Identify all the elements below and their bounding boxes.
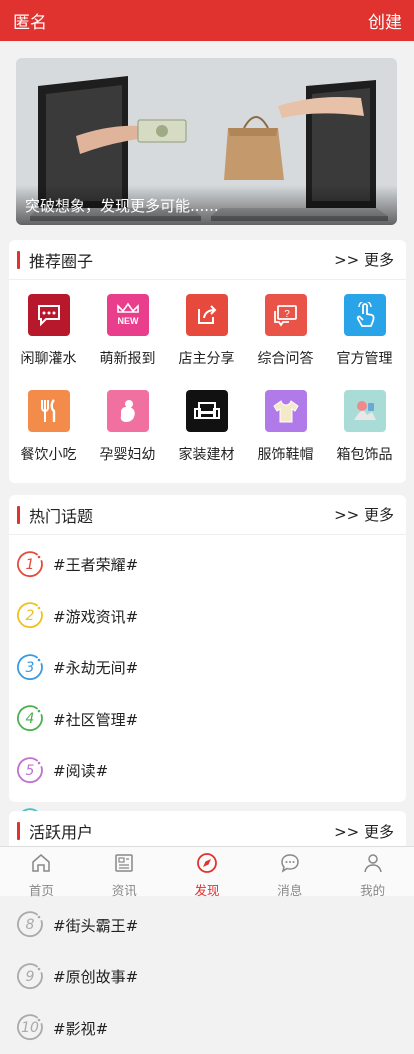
new-crown-icon: NEW (107, 294, 149, 336)
circle-item-label: 家装建材 (179, 444, 235, 464)
active-users-header: 活跃用户 >> 更多 (9, 811, 406, 851)
tab-label: 发现 (194, 880, 219, 899)
circle-item-label: 餐饮小吃 (21, 444, 77, 464)
topic-item[interactable]: 3 #永劫无间# (15, 642, 213, 694)
topic-label: #王者荣耀# (53, 554, 138, 575)
circle-item[interactable]: 闲聊灌水 (9, 294, 88, 390)
topic-label: #原创故事# (53, 966, 138, 987)
page-title: 匿名 (13, 8, 47, 33)
topic-rank-badge: 5 (15, 756, 45, 786)
circle-item[interactable]: 家装建材 (167, 390, 246, 486)
section-title: 推荐圈子 (17, 248, 93, 272)
topic-rank-badge: 2 (15, 601, 45, 631)
tab-news[interactable]: 资讯 (83, 847, 166, 896)
top-bar: 匿名 创建 (0, 0, 414, 41)
tab-message[interactable]: 消息 (248, 847, 331, 896)
fork-knife-icon (28, 390, 70, 432)
topic-rank-number: 4 (26, 711, 35, 727)
circle-item[interactable]: ? 综合问答 (246, 294, 325, 390)
topic-item[interactable]: 5 #阅读# (15, 745, 213, 797)
banner-caption: 突破想象，发现更多可能...... (16, 185, 397, 225)
tab-label: 资讯 (112, 880, 137, 899)
topic-rank-number: 10 (21, 1020, 39, 1036)
circle-item[interactable]: 服饰鞋帽 (246, 390, 325, 486)
banner-carousel[interactable]: 突破想象，发现更多可能...... (16, 58, 397, 225)
circle-item-label: 服饰鞋帽 (258, 444, 314, 464)
hot-topics-header: 热门话题 >> 更多 (9, 495, 406, 535)
section-title: 活跃用户 (17, 819, 93, 843)
svg-text:NEW: NEW (117, 316, 139, 326)
section-title: 热门话题 (17, 503, 93, 527)
circle-item[interactable]: 箱包饰品 (325, 390, 404, 486)
circle-item-label: 闲聊灌水 (21, 348, 77, 368)
baby-icon (107, 390, 149, 432)
chat-bubble-icon (28, 294, 70, 336)
circle-item-label: 箱包饰品 (337, 444, 393, 464)
topics-more-link[interactable]: >> 更多 (334, 504, 394, 525)
topic-rank-number: 3 (26, 660, 35, 676)
topic-rank-number: 9 (26, 969, 35, 985)
question-icon: ? (265, 294, 307, 336)
tab-label: 我的 (360, 880, 385, 899)
topic-item[interactable]: 8 #街头霸王# (15, 900, 213, 952)
sofa-icon (186, 390, 228, 432)
tshirt-icon (265, 390, 307, 432)
recommended-circles-card: 推荐圈子 >> 更多 闲聊灌水 NEW 萌新报到 店主分享? 综合问答 官方管理餐饮小吃 孕… (9, 240, 406, 483)
topic-label: #影视# (53, 1018, 108, 1039)
news-icon (113, 852, 135, 880)
circle-item-label: 孕婴妇幼 (100, 444, 156, 464)
topic-rank-badge: 8 (15, 910, 45, 940)
topic-rank-badge: 1 (15, 550, 45, 580)
circle-item[interactable]: NEW 萌新报到 (88, 294, 167, 390)
topic-item[interactable]: 2 #游戏资讯# (15, 591, 213, 643)
person-icon (362, 852, 384, 880)
topic-rank-number: 1 (26, 557, 35, 573)
hot-topics-card: 热门话题 >> 更多 1 #王者荣耀# 2 #游戏资讯# 3 #永劫无间# 4 #社区管理# 5… (9, 495, 406, 802)
pointer-hand-icon (344, 294, 386, 336)
message-icon (279, 852, 301, 880)
tab-label: 首页 (29, 880, 54, 899)
circles-more-link[interactable]: >> 更多 (334, 249, 394, 270)
topic-rank-badge: 9 (15, 962, 45, 992)
topic-rank-badge: 3 (15, 653, 45, 683)
topic-item[interactable]: 1 #王者荣耀# (15, 539, 213, 591)
tab-label: 消息 (277, 880, 302, 899)
topic-rank-number: 8 (26, 917, 35, 933)
accessories-icon (344, 390, 386, 432)
active-users-more-link[interactable]: >> 更多 (334, 821, 394, 842)
circle-item-label: 官方管理 (337, 348, 393, 368)
tab-home[interactable]: 首页 (0, 847, 83, 896)
topic-label: #游戏资讯# (53, 606, 138, 627)
compass-icon (196, 852, 218, 880)
topic-rank-badge: 10 (15, 1013, 45, 1043)
circle-item-label: 萌新报到 (100, 348, 156, 368)
circle-item-label: 综合问答 (258, 348, 314, 368)
circle-item[interactable]: 官方管理 (325, 294, 404, 390)
home-icon (30, 852, 52, 880)
topic-item[interactable]: 10 #影视# (15, 1003, 213, 1054)
topic-label: #阅读# (53, 760, 108, 781)
topic-item[interactable]: 9 #原创故事# (15, 951, 213, 1003)
share-icon (186, 294, 228, 336)
topic-label: #社区管理# (53, 709, 138, 730)
topic-label: #街头霸王# (53, 915, 138, 936)
svg-text:?: ? (284, 309, 290, 320)
circle-item[interactable]: 餐饮小吃 (9, 390, 88, 486)
tab-compass[interactable]: 发现 (166, 847, 249, 896)
topic-item[interactable]: 4 #社区管理# (15, 694, 213, 746)
create-button[interactable]: 创建 (368, 8, 402, 33)
bottom-tab-bar: 首页 资讯 发现 消息 我的 (0, 846, 414, 896)
circle-grid: 闲聊灌水 NEW 萌新报到 店主分享? 综合问答 官方管理餐饮小吃 孕婴妇幼 家装建材 服饰鞋帽… (9, 280, 406, 486)
topic-label: #永劫无间# (53, 657, 138, 678)
circle-item[interactable]: 店主分享 (167, 294, 246, 390)
topic-rank-badge: 4 (15, 704, 45, 734)
tab-person[interactable]: 我的 (331, 847, 414, 896)
topic-list: 1#王者荣耀#2#游戏资讯#3#永劫无间#4#社区管理#5#阅读#6#豆包#7#… (9, 535, 406, 1054)
topic-rank-number: 2 (26, 608, 35, 624)
circle-item[interactable]: 孕婴妇幼 (88, 390, 167, 486)
topic-rank-number: 5 (26, 763, 35, 779)
recommended-circles-header: 推荐圈子 >> 更多 (9, 240, 406, 280)
circle-item-label: 店主分享 (179, 348, 235, 368)
